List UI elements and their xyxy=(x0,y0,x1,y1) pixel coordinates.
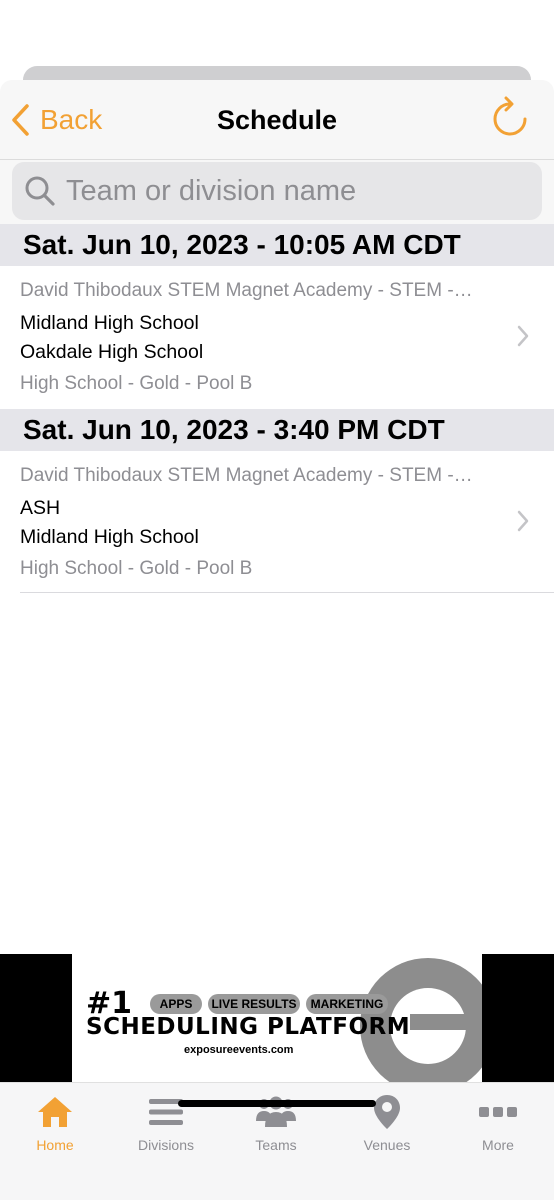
search-icon xyxy=(25,176,55,206)
chevron-right-icon xyxy=(517,325,529,347)
date-section-header: Sat. Jun 10, 2023 - 3:40 PM CDT xyxy=(0,409,554,451)
home-icon xyxy=(38,1097,72,1127)
date-section-header: Sat. Jun 10, 2023 - 10:05 AM CDT xyxy=(0,224,554,266)
game-division: High School - Gold - Pool B xyxy=(20,558,253,579)
row-divider xyxy=(20,592,554,593)
game-team-1: ASH xyxy=(20,497,61,519)
ad-pill-marketing: MARKETING xyxy=(306,994,388,1014)
game-team-1: Midland High School xyxy=(20,312,199,334)
game-venue: David Thibodaux STEM Magnet Academy - ST… xyxy=(20,465,473,486)
game-division: High School - Gold - Pool B xyxy=(20,373,253,394)
ad-creative: #1 APPS LIVE RESULTS MARKETING SCHEDULIN… xyxy=(72,954,482,1082)
schedule-sheet: Back Schedule Sat. Jun 10, 2023 - 10:05 … xyxy=(0,80,554,1200)
search-bar[interactable] xyxy=(12,162,542,220)
game-team-2: Midland High School xyxy=(20,526,199,548)
refresh-button[interactable] xyxy=(490,96,530,138)
game-venue: David Thibodaux STEM Magnet Academy - ST… xyxy=(20,280,473,301)
tab-divisions-label: Divisions xyxy=(137,1137,194,1153)
ad-url: exposureevents.com xyxy=(184,1044,294,1056)
page-title: Schedule xyxy=(216,105,338,135)
tab-home-label: Home xyxy=(36,1137,74,1153)
tab-teams-label: Teams xyxy=(255,1137,297,1153)
more-dots-icon xyxy=(479,1107,517,1117)
game-row[interactable]: David Thibodaux STEM Magnet Academy - ST… xyxy=(0,451,554,595)
location-pin-icon xyxy=(374,1095,400,1129)
ad-pill-apps: APPS xyxy=(150,994,202,1014)
navigation-bar: Back Schedule xyxy=(0,80,554,160)
search-input[interactable] xyxy=(66,174,506,208)
game-row[interactable]: David Thibodaux STEM Magnet Academy - ST… xyxy=(0,266,554,410)
refresh-icon xyxy=(493,96,527,136)
tab-venues-label: Venues xyxy=(363,1137,411,1153)
chevron-right-icon xyxy=(517,510,529,532)
ad-headline: SCHEDULING PLATFORM xyxy=(86,1014,411,1040)
tab-more-label: More xyxy=(482,1137,514,1153)
home-indicator[interactable] xyxy=(178,1100,376,1107)
ad-banner[interactable]: #1 APPS LIVE RESULTS MARKETING SCHEDULIN… xyxy=(0,954,554,1082)
ad-pill-live-results: LIVE RESULTS xyxy=(208,994,300,1014)
tab-home[interactable]: Home xyxy=(0,1093,110,1153)
search-bar-container xyxy=(0,160,554,224)
game-team-2: Oakdale High School xyxy=(20,341,204,363)
tab-more[interactable]: More xyxy=(443,1093,553,1153)
